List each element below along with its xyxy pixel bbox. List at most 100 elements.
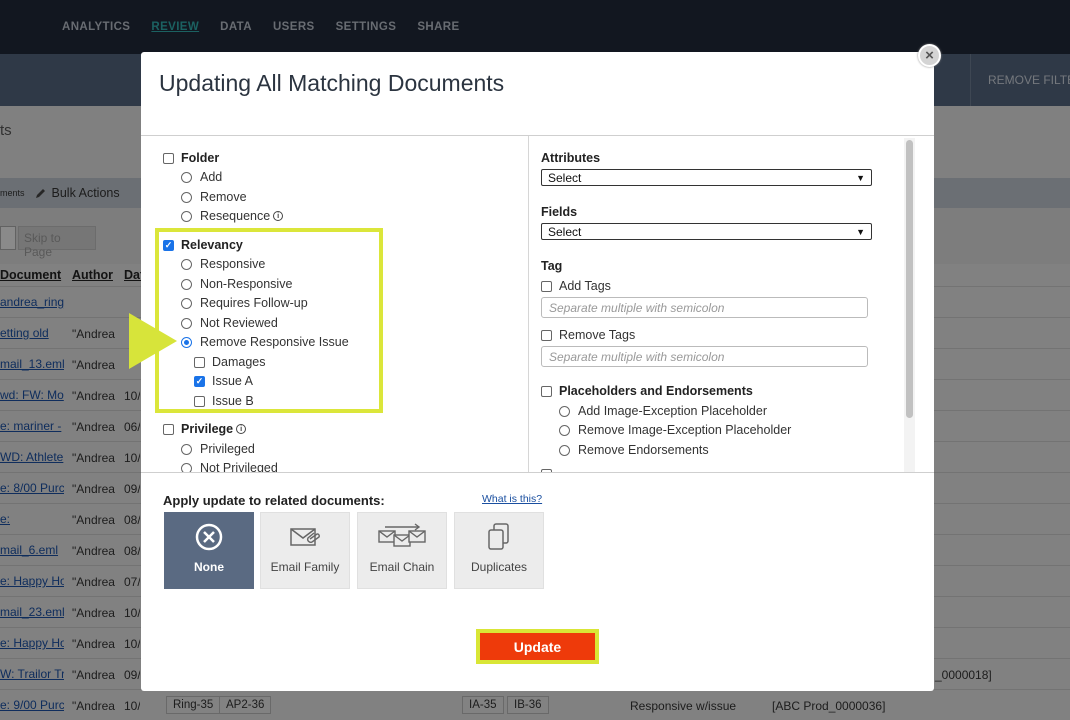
close-circle-icon <box>194 520 224 554</box>
relevancy-option-remove-responsive-issue[interactable]: Remove Responsive Issue <box>181 335 349 349</box>
option-label: Remove Endorsements <box>578 443 709 457</box>
fields-select-value: Select <box>548 224 582 239</box>
what-is-this-link[interactable]: What is this? <box>482 493 542 505</box>
option-label: Responsive <box>200 257 266 271</box>
option-label: Remove <box>200 190 247 204</box>
next-section-checkbox-box[interactable] <box>541 469 552 472</box>
apply-option-email-chain[interactable]: Email Chain <box>357 512 447 589</box>
radio[interactable] <box>559 424 570 436</box>
issue-a[interactable]: ✓ Issue A <box>194 374 253 388</box>
next-section-checkbox[interactable] <box>541 469 559 472</box>
radio[interactable] <box>181 462 192 472</box>
attributes-select-value: Select <box>548 170 582 185</box>
radio[interactable] <box>181 443 192 455</box>
relevancy-option-responsive[interactable]: Responsive <box>181 257 265 271</box>
issue-label: Issue A <box>212 374 253 388</box>
privilege-option-not-privileged[interactable]: Not Privileged <box>181 461 278 473</box>
placeholders-checkbox-box[interactable] <box>541 385 552 397</box>
right-column: Attributes Select ▼ Fields Select ▼ Tag … <box>528 136 934 472</box>
apply-option-duplicates[interactable]: Duplicates <box>454 512 544 589</box>
add-tags-label: Add Tags <box>559 279 611 293</box>
email-family-icon <box>288 520 322 554</box>
privilege-label: Privilege <box>181 422 234 436</box>
issue-checkbox[interactable]: ✓ <box>194 375 205 387</box>
radio[interactable] <box>181 191 192 203</box>
add-tags-checkbox-box[interactable] <box>541 280 552 292</box>
radio[interactable] <box>559 444 570 456</box>
radio[interactable] <box>181 210 192 222</box>
scrollbar-thumb[interactable] <box>906 140 913 418</box>
fields-select[interactable]: Select ▼ <box>541 223 872 240</box>
issue-b[interactable]: Issue B <box>194 394 254 408</box>
radio[interactable] <box>181 278 192 290</box>
chevron-down-icon: ▼ <box>856 172 865 183</box>
radio[interactable] <box>181 297 192 309</box>
placeholder-option-remove[interactable]: Remove Image-Exception Placeholder <box>559 423 791 437</box>
placeholder-option-remove-endorsements[interactable]: Remove Endorsements <box>559 443 709 457</box>
folder-option-add[interactable]: Add <box>181 170 222 184</box>
option-label: Not Reviewed <box>200 316 278 330</box>
folder-option-remove[interactable]: Remove <box>181 190 247 204</box>
apply-option-email-family[interactable]: Email Family <box>260 512 350 589</box>
option-label: None <box>194 560 224 574</box>
issue-checkbox[interactable] <box>194 356 205 368</box>
radio[interactable] <box>181 317 192 329</box>
folder-checkbox-box[interactable] <box>163 152 174 164</box>
email-chain-icon <box>377 520 427 554</box>
fields-label: Fields <box>541 205 578 219</box>
right-column-scrollbar[interactable] <box>904 138 915 472</box>
privilege-checkbox-box[interactable] <box>163 423 174 435</box>
modal-title: Updating All Matching Documents <box>159 70 505 96</box>
remove-tags-input[interactable]: Separate multiple with semicolon <box>541 346 868 367</box>
chevron-down-icon: ▼ <box>856 226 865 237</box>
folder-label: Folder <box>181 151 220 165</box>
folder-option-resequence[interactable]: Resequence i <box>181 209 284 223</box>
attributes-label: Attributes <box>541 151 601 165</box>
duplicates-icon <box>486 520 512 554</box>
relevancy-checkbox-box[interactable]: ✓ <box>163 239 174 251</box>
add-tags-input[interactable]: Separate multiple with semicolon <box>541 297 868 318</box>
option-label: Add Image-Exception Placeholder <box>578 404 768 418</box>
option-label: Duplicates <box>470 560 528 574</box>
radio[interactable] <box>181 258 192 270</box>
remove-tags-checkbox-box[interactable] <box>541 329 552 341</box>
issue-checkbox[interactable] <box>194 395 205 407</box>
option-label: Non-Responsive <box>200 277 293 291</box>
privilege-checkbox[interactable]: Privilege i <box>163 422 247 436</box>
attributes-select[interactable]: Select ▼ <box>541 169 872 186</box>
relevancy-option-requires-follow-up[interactable]: Requires Follow-up <box>181 296 308 310</box>
option-label: Privileged <box>200 442 255 456</box>
relevancy-option-not-reviewed[interactable]: Not Reviewed <box>181 316 278 330</box>
add-tags-checkbox[interactable]: Add Tags <box>541 279 611 293</box>
remove-tags-label: Remove Tags <box>559 328 636 342</box>
folder-checkbox[interactable]: Folder <box>163 151 219 165</box>
option-label: Email Family <box>270 560 340 574</box>
option-label: Add <box>200 170 223 184</box>
placeholders-checkbox[interactable]: Placeholders and Endorsements <box>541 384 753 398</box>
update-button-highlight: Update <box>476 629 599 664</box>
apply-option-none[interactable]: None <box>164 512 254 589</box>
update-button[interactable]: Update <box>480 633 595 660</box>
apply-update-label: Apply update to related documents: <box>163 493 385 508</box>
info-icon[interactable]: i <box>236 424 247 434</box>
radio[interactable] <box>181 171 192 183</box>
close-modal-button[interactable]: × <box>918 44 941 67</box>
option-label: Remove Responsive Issue <box>200 335 349 349</box>
radio[interactable] <box>559 405 570 417</box>
remove-tags-checkbox[interactable]: Remove Tags <box>541 328 635 342</box>
option-label: Remove Image-Exception Placeholder <box>578 423 792 437</box>
radio-selected[interactable] <box>181 336 192 348</box>
left-column: Folder Add Remove Resequence i ✓ Relevan… <box>141 136 528 473</box>
option-label: Not Privileged <box>200 461 278 473</box>
relevancy-option-non-responsive[interactable]: Non-Responsive <box>181 277 292 291</box>
privilege-option-privileged[interactable]: Privileged <box>181 442 255 456</box>
tag-label: Tag <box>541 259 563 273</box>
option-label: Requires Follow-up <box>200 296 308 310</box>
placeholder-option-add[interactable]: Add Image-Exception Placeholder <box>559 404 767 418</box>
info-icon[interactable]: i <box>273 211 284 221</box>
placeholders-label: Placeholders and Endorsements <box>559 384 753 398</box>
relevancy-checkbox[interactable]: ✓ Relevancy <box>163 238 243 252</box>
issue-damages[interactable]: Damages <box>194 355 266 369</box>
option-label: Resequence <box>200 209 271 223</box>
option-label: Email Chain <box>369 560 435 574</box>
